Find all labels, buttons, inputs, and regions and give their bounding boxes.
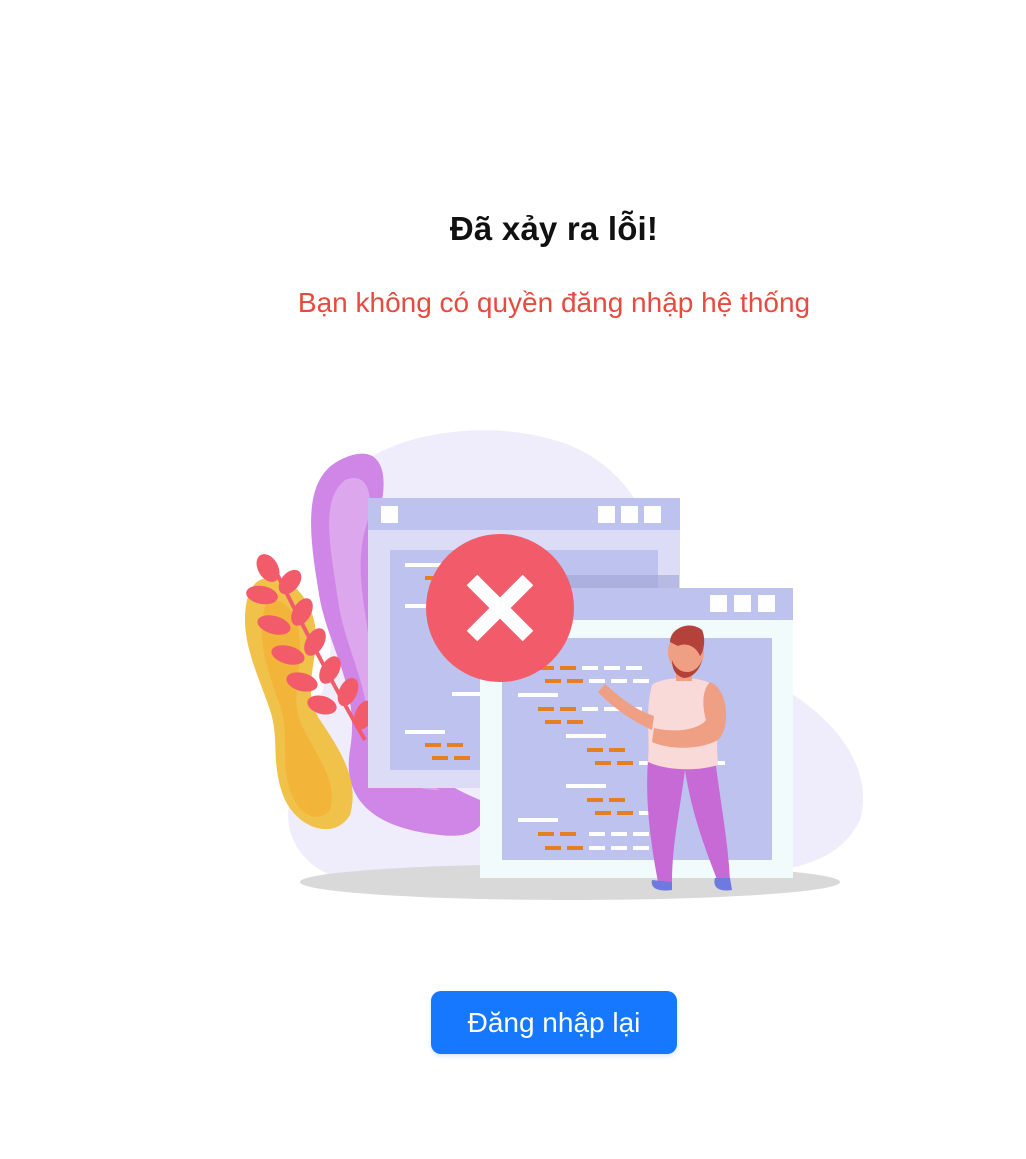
error-illustration — [245, 430, 864, 900]
error-page: Đã xảy ra lỗi! Bạn không có quyền đăng n… — [0, 0, 1026, 1159]
error-message: Bạn không có quyền đăng nhập hệ thống — [297, 287, 811, 318]
relogin-button[interactable]: Đăng nhập lại — [431, 991, 677, 1054]
error-x-icon — [426, 534, 574, 682]
error-title: Đã xảy ra lỗi! — [449, 210, 659, 247]
